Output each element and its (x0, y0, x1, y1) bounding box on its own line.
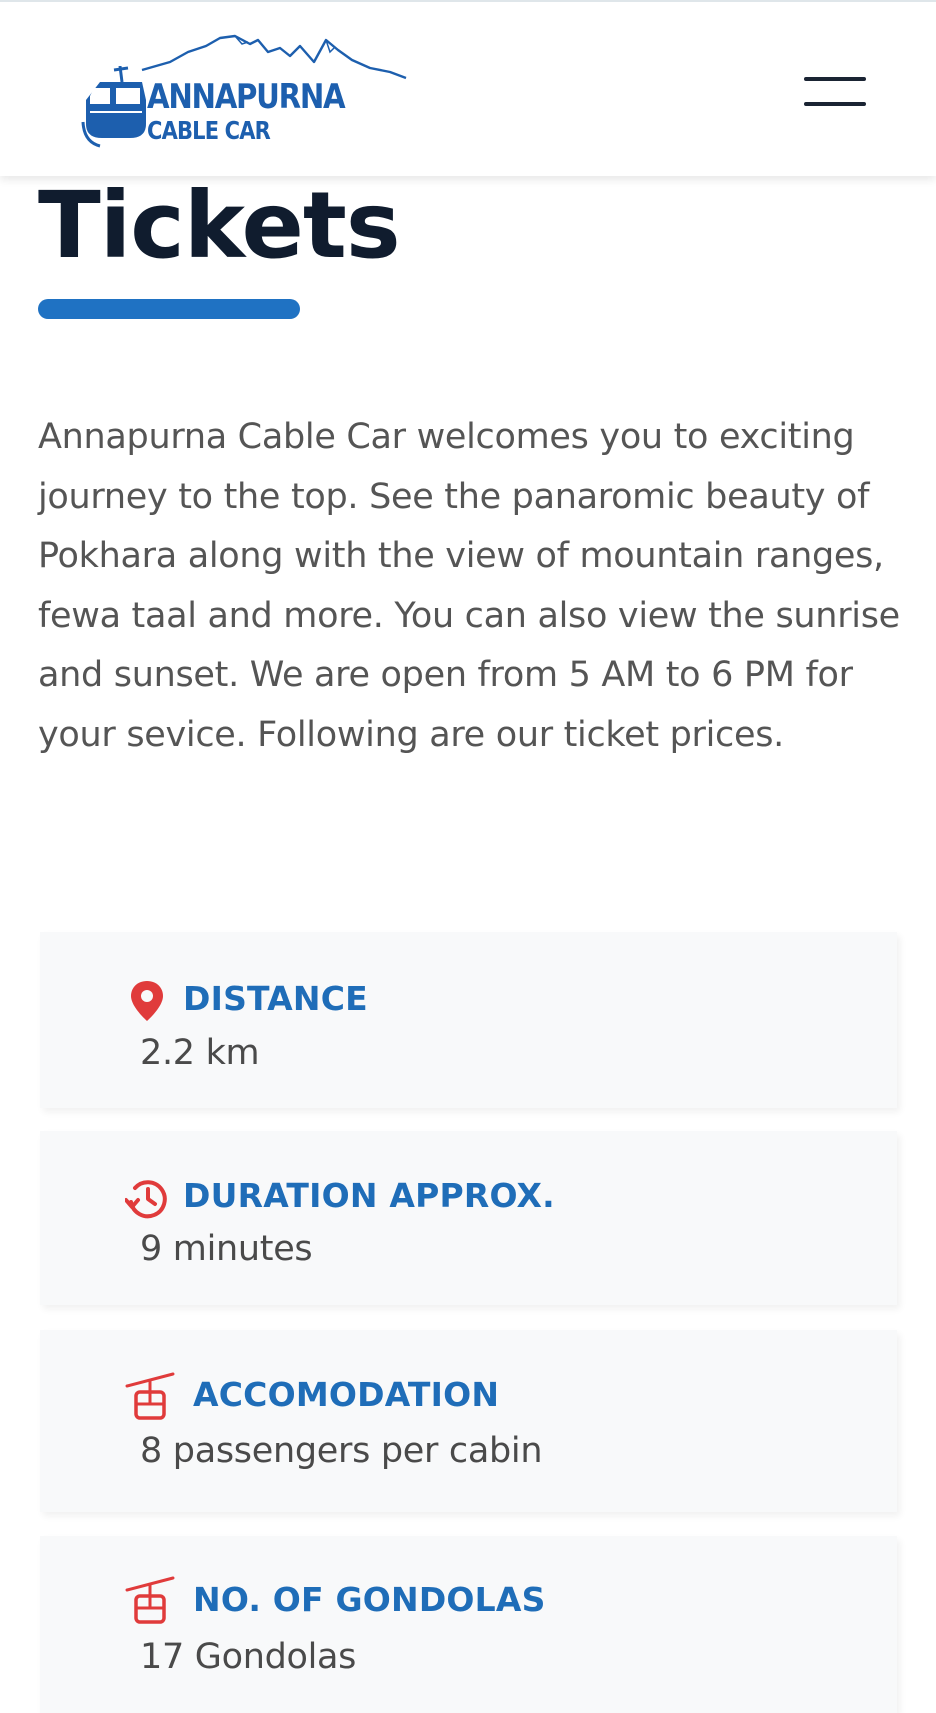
menu-line (804, 77, 866, 81)
card-label: DISTANCE (183, 979, 368, 1018)
info-card-distance: DISTANCE 2.2 km (40, 932, 897, 1108)
card-value: 8 passengers per cabin (140, 1431, 543, 1471)
intro-paragraph: Annapurna Cable Car welcomes you to exci… (38, 417, 900, 755)
mountain-range-icon (141, 34, 407, 80)
title-underline (38, 299, 300, 319)
card-label: DURATION APPROX. (183, 1176, 555, 1215)
card-value: 17 Gondolas (140, 1637, 357, 1677)
info-card-accomodation: ACCOMODATION 8 passengers per cabin (40, 1330, 897, 1512)
cable-car-icon (125, 1372, 175, 1420)
cable-car-icon (125, 1576, 175, 1624)
card-value: 2.2 km (140, 1033, 260, 1073)
page-title: Tickets (38, 172, 401, 279)
location-pin-icon (131, 981, 163, 1021)
gondola-icon (81, 66, 146, 148)
site-logo[interactable]: ANNAPURNA CABLE CAR (80, 32, 407, 152)
card-label: ACCOMODATION (193, 1375, 500, 1414)
card-label: NO. OF GONDOLAS (193, 1580, 546, 1619)
card-value: 9 minutes (140, 1229, 313, 1269)
info-card-gondolas: NO. OF GONDOLAS 17 Gondolas (40, 1536, 897, 1713)
info-card-duration: DURATION APPROX. 9 minutes (40, 1131, 897, 1305)
site-header: ANNAPURNA CABLE CAR (0, 0, 936, 176)
hamburger-menu-icon[interactable] (800, 72, 870, 112)
menu-line (804, 102, 866, 106)
logo-subtitle: CABLE CAR (147, 116, 271, 145)
history-clock-icon (125, 1180, 167, 1219)
logo-title: ANNAPURNA (147, 77, 346, 117)
